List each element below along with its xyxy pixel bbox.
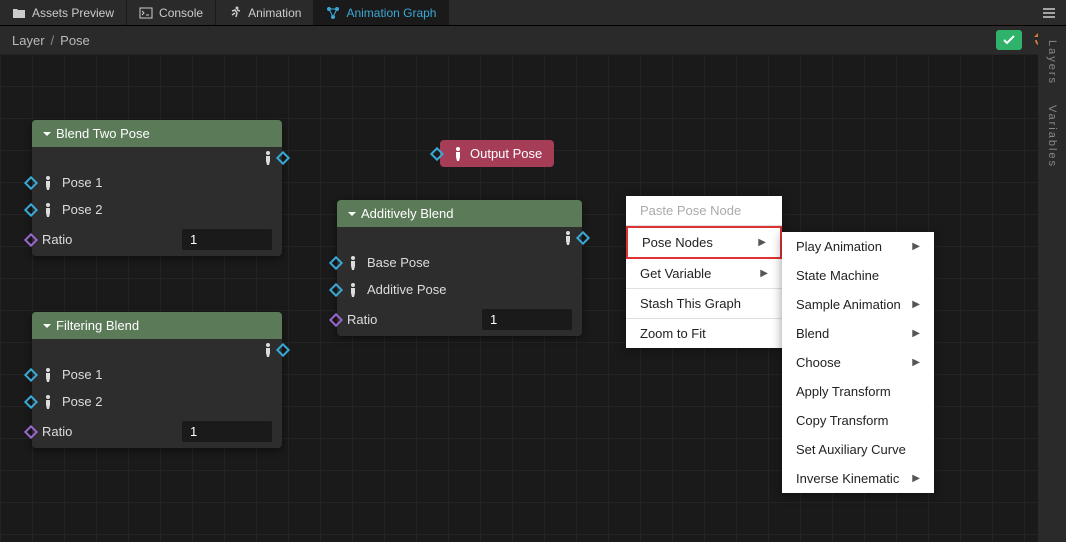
menu-item-zoom-to-fit[interactable]: Zoom to Fit <box>626 319 782 348</box>
pose-icon <box>562 231 574 245</box>
node-input-row: Pose 1 <box>32 169 282 196</box>
menu-item-paste-pose-node[interactable]: Paste Pose Node <box>626 196 782 225</box>
menu-item-choose[interactable]: Choose▶ <box>782 348 934 377</box>
port-label: Ratio <box>42 424 72 439</box>
node-input-row: Additive Pose <box>337 276 582 303</box>
node-filtering-blend[interactable]: Filtering Blend Pose 1 Pose 2 Ratio <box>32 312 282 448</box>
breadcrumb-root[interactable]: Layer <box>12 33 45 48</box>
ratio-input[interactable] <box>182 229 272 250</box>
submenu-arrow-icon: ▶ <box>912 299 920 310</box>
node-title: Blend Two Pose <box>56 126 150 141</box>
node-output-pose[interactable]: Output Pose <box>440 140 554 167</box>
side-panel: Layers Variables <box>1038 26 1066 542</box>
port-label: Base Pose <box>367 255 430 270</box>
pose-icon <box>42 203 54 217</box>
runner-icon <box>228 6 242 20</box>
menu-item-set-auxiliary-curve[interactable]: Set Auxiliary Curve <box>782 435 934 464</box>
folder-icon <box>12 6 26 20</box>
port-label: Pose 2 <box>62 394 102 409</box>
menu-item-state-machine[interactable]: State Machine <box>782 261 934 290</box>
tab-label: Assets Preview <box>32 6 114 20</box>
node-input-row: Ratio <box>32 223 282 256</box>
pose-icon <box>42 176 54 190</box>
graph-icon <box>326 6 340 20</box>
pose-icon <box>42 368 54 382</box>
tab-label: Animation <box>248 6 301 20</box>
pose-icon <box>262 151 274 165</box>
submenu-arrow-icon: ▶ <box>912 357 920 368</box>
menu-item-sample-animation[interactable]: Sample Animation▶ <box>782 290 934 319</box>
submenu-arrow-icon: ▶ <box>912 473 920 484</box>
ratio-input[interactable] <box>482 309 572 330</box>
menu-icon[interactable] <box>1032 0 1066 25</box>
node-title: Additively Blend <box>361 206 454 221</box>
pose-icon <box>262 343 274 357</box>
node-input-row: Pose 1 <box>32 361 282 388</box>
ratio-input[interactable] <box>182 421 272 442</box>
tab-label: Animation Graph <box>346 6 436 20</box>
tab-bar: Assets Preview Console Animation Animati… <box>0 0 1066 26</box>
breadcrumb: Layer / Pose <box>0 26 1066 54</box>
submenu-arrow-icon: ▶ <box>912 328 920 339</box>
menu-item-play-animation[interactable]: Play Animation▶ <box>782 232 934 261</box>
node-output-row <box>32 147 282 169</box>
port-label: Pose 1 <box>62 175 102 190</box>
chevron-down-icon <box>347 209 357 219</box>
node-header[interactable]: Blend Two Pose <box>32 120 282 147</box>
node-additively-blend[interactable]: Additively Blend Base Pose Additive Pose… <box>337 200 582 336</box>
terminal-icon <box>139 6 153 20</box>
sidetab-layers[interactable]: Layers <box>1046 40 1058 85</box>
node-title: Filtering Blend <box>56 318 139 333</box>
apply-button[interactable] <box>996 30 1022 50</box>
chevron-down-icon <box>42 129 52 139</box>
port-label: Pose 2 <box>62 202 102 217</box>
node-input-row: Pose 2 <box>32 196 282 223</box>
menu-item-apply-transform[interactable]: Apply Transform <box>782 377 934 406</box>
tab-console[interactable]: Console <box>127 0 216 25</box>
pose-icon <box>42 395 54 409</box>
node-input-row: Ratio <box>32 415 282 448</box>
menu-item-pose-nodes[interactable]: Pose Nodes▶ <box>626 226 782 259</box>
node-header[interactable]: Additively Blend <box>337 200 582 227</box>
port-label: Ratio <box>347 312 377 327</box>
submenu-arrow-icon: ▶ <box>912 241 920 252</box>
pose-icon <box>452 147 464 161</box>
context-menu: Paste Pose Node Pose Nodes▶ Get Variable… <box>626 196 782 348</box>
menu-item-copy-transform[interactable]: Copy Transform <box>782 406 934 435</box>
submenu-arrow-icon: ▶ <box>760 268 768 279</box>
tab-animation-graph[interactable]: Animation Graph <box>314 0 449 25</box>
node-output-row <box>337 227 582 249</box>
menu-item-blend[interactable]: Blend▶ <box>782 319 934 348</box>
sidetab-variables[interactable]: Variables <box>1046 105 1058 168</box>
chevron-down-icon <box>42 321 52 331</box>
pose-icon <box>347 256 359 270</box>
node-input-row: Ratio <box>337 303 582 336</box>
breadcrumb-separator: / <box>51 33 55 48</box>
port-label: Ratio <box>42 232 72 247</box>
menu-item-stash-this-graph[interactable]: Stash This Graph <box>626 289 782 318</box>
node-header[interactable]: Filtering Blend <box>32 312 282 339</box>
submenu-arrow-icon: ▶ <box>758 237 766 248</box>
tab-assets-preview[interactable]: Assets Preview <box>0 0 127 25</box>
node-blend-two-pose[interactable]: Blend Two Pose Pose 1 Pose 2 Ratio <box>32 120 282 256</box>
node-title: Output Pose <box>470 146 542 161</box>
pose-icon <box>347 283 359 297</box>
node-input-row: Base Pose <box>337 249 582 276</box>
graph-canvas[interactable]: Blend Two Pose Pose 1 Pose 2 Ratio Addit… <box>0 54 1038 542</box>
tab-label: Console <box>159 6 203 20</box>
port-label: Additive Pose <box>367 282 447 297</box>
submenu-pose-nodes: Play Animation▶ State Machine Sample Ani… <box>782 232 934 493</box>
menu-item-get-variable[interactable]: Get Variable▶ <box>626 259 782 288</box>
node-input-row: Pose 2 <box>32 388 282 415</box>
tab-animation[interactable]: Animation <box>216 0 314 25</box>
breadcrumb-current[interactable]: Pose <box>60 33 90 48</box>
node-output-row <box>32 339 282 361</box>
port-label: Pose 1 <box>62 367 102 382</box>
menu-item-inverse-kinematic[interactable]: Inverse Kinematic▶ <box>782 464 934 493</box>
